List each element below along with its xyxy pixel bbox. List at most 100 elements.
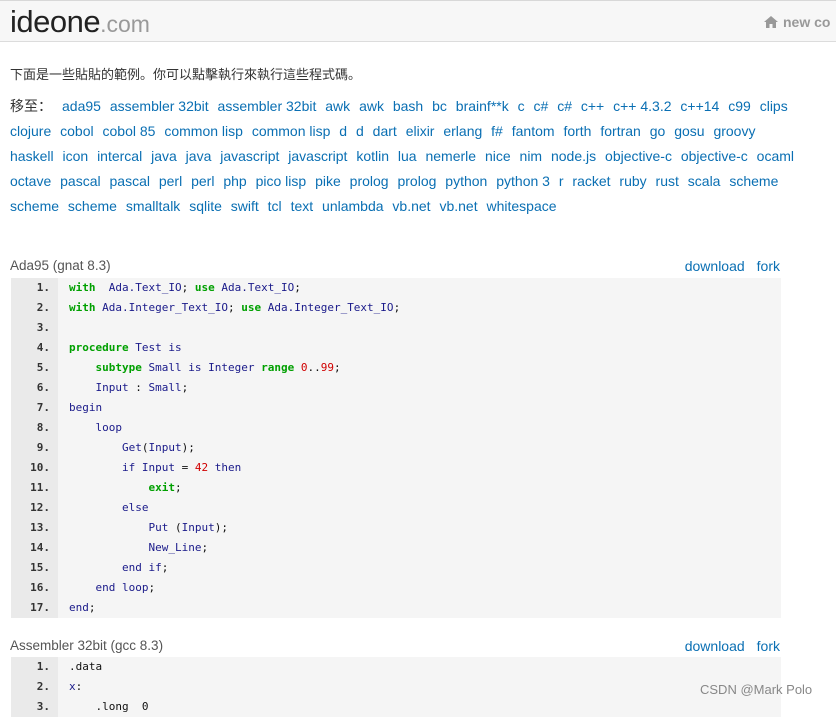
language-link[interactable]: c# <box>534 98 549 114</box>
line-source: New_Line; <box>148 541 209 554</box>
language-link[interactable]: fantom <box>512 123 555 139</box>
line-source: end; <box>69 601 96 614</box>
code-line: 15. end if; <box>11 558 781 578</box>
language-link[interactable]: scheme <box>68 198 117 214</box>
language-link[interactable]: bc <box>432 98 447 114</box>
language-link[interactable]: text <box>291 198 314 214</box>
language-link[interactable]: pascal <box>60 173 100 189</box>
language-link[interactable]: whitespace <box>486 198 556 214</box>
language-link[interactable]: assembler 32bit <box>218 98 317 114</box>
language-link[interactable]: python <box>445 173 487 189</box>
language-link[interactable]: swift <box>231 198 259 214</box>
language-link[interactable]: lua <box>398 148 417 164</box>
language-link[interactable]: objective-c <box>681 148 748 164</box>
download-link[interactable]: download <box>685 638 745 654</box>
code-line: 11. exit; <box>11 478 781 498</box>
language-link[interactable]: nemerle <box>425 148 476 164</box>
line-source: end if; <box>121 561 169 574</box>
language-link[interactable]: javascript <box>288 148 347 164</box>
line-source: Get(Input); <box>121 441 195 454</box>
language-link[interactable]: c99 <box>728 98 751 114</box>
language-link[interactable]: icon <box>62 148 88 164</box>
language-link[interactable]: scheme <box>729 173 778 189</box>
language-link[interactable]: racket <box>572 173 610 189</box>
language-link[interactable]: awk <box>325 98 350 114</box>
language-link[interactable]: c++14 <box>680 98 719 114</box>
fork-link[interactable]: fork <box>757 638 780 654</box>
language-link[interactable]: dart <box>373 123 397 139</box>
language-link[interactable]: python 3 <box>496 173 550 189</box>
language-link[interactable]: unlambda <box>322 198 384 214</box>
language-link[interactable]: java <box>151 148 177 164</box>
language-link[interactable]: prolog <box>350 173 389 189</box>
line-number: 9. <box>36 441 50 454</box>
language-link[interactable]: erlang <box>443 123 482 139</box>
language-link[interactable]: perl <box>191 173 214 189</box>
language-link[interactable]: c++ 4.3.2 <box>613 98 671 114</box>
language-list: 移至： ada95 assembler 32bit assembler 32bit… <box>10 94 800 219</box>
language-link[interactable]: d <box>339 123 347 139</box>
language-link[interactable]: r <box>559 173 564 189</box>
language-link[interactable]: go <box>650 123 666 139</box>
language-link[interactable]: common lisp <box>252 123 331 139</box>
language-link[interactable]: groovy <box>713 123 755 139</box>
language-link[interactable]: brainf**k <box>456 98 509 114</box>
language-link[interactable]: pike <box>315 173 341 189</box>
language-link[interactable]: bash <box>393 98 423 114</box>
language-link[interactable]: c <box>518 98 525 114</box>
code-line: 2. x: <box>11 677 781 697</box>
language-link[interactable]: octave <box>10 173 51 189</box>
language-link[interactable]: clojure <box>10 123 51 139</box>
line-source: procedure Test is <box>69 341 182 354</box>
language-link[interactable]: nim <box>520 148 543 164</box>
code-line: 3. <box>11 318 781 338</box>
language-link[interactable]: nice <box>485 148 511 164</box>
language-link[interactable]: haskell <box>10 148 54 164</box>
line-source: exit; <box>148 481 182 494</box>
language-link[interactable]: ada95 <box>62 98 101 114</box>
language-link[interactable]: elixir <box>406 123 435 139</box>
download-link[interactable]: download <box>685 258 745 274</box>
language-link[interactable]: fortran <box>600 123 640 139</box>
language-link[interactable]: tcl <box>268 198 282 214</box>
language-link[interactable]: awk <box>359 98 384 114</box>
language-link[interactable]: javascript <box>220 148 279 164</box>
language-link[interactable]: clips <box>760 98 788 114</box>
language-link[interactable]: prolog <box>397 173 436 189</box>
language-link[interactable]: sqlite <box>189 198 222 214</box>
language-link[interactable]: assembler 32bit <box>110 98 209 114</box>
line-number: 6. <box>36 381 50 394</box>
language-link[interactable]: vb.net <box>392 198 430 214</box>
language-link[interactable]: vb.net <box>439 198 477 214</box>
language-link[interactable]: intercal <box>97 148 142 164</box>
language-link[interactable]: scala <box>688 173 721 189</box>
new-code-link[interactable]: new co <box>764 14 830 31</box>
language-link[interactable]: scheme <box>10 198 59 214</box>
language-link[interactable]: d <box>356 123 364 139</box>
line-number: 14. <box>30 541 50 554</box>
language-link[interactable]: smalltalk <box>126 198 180 214</box>
language-link[interactable]: pico lisp <box>256 173 307 189</box>
language-link[interactable]: gosu <box>674 123 704 139</box>
line-source: loop <box>95 421 123 434</box>
language-link[interactable]: c++ <box>581 98 604 114</box>
language-link[interactable]: ocaml <box>757 148 794 164</box>
ideone-logo[interactable]: ideone.com <box>10 4 150 42</box>
language-link[interactable]: java <box>186 148 212 164</box>
language-link[interactable]: forth <box>563 123 591 139</box>
language-link[interactable]: perl <box>159 173 182 189</box>
language-link[interactable]: cobol 85 <box>103 123 156 139</box>
line-number: 1. <box>36 660 50 673</box>
language-link[interactable]: rust <box>656 173 679 189</box>
language-link[interactable]: php <box>223 173 246 189</box>
language-link[interactable]: f# <box>491 123 503 139</box>
language-link[interactable]: c# <box>557 98 572 114</box>
language-link[interactable]: pascal <box>110 173 150 189</box>
language-link[interactable]: ruby <box>619 173 646 189</box>
fork-link[interactable]: fork <box>757 258 780 274</box>
language-link[interactable]: node.js <box>551 148 596 164</box>
language-link[interactable]: cobol <box>60 123 93 139</box>
language-link[interactable]: objective-c <box>605 148 672 164</box>
language-link[interactable]: kotlin <box>356 148 389 164</box>
language-link[interactable]: common lisp <box>164 123 243 139</box>
